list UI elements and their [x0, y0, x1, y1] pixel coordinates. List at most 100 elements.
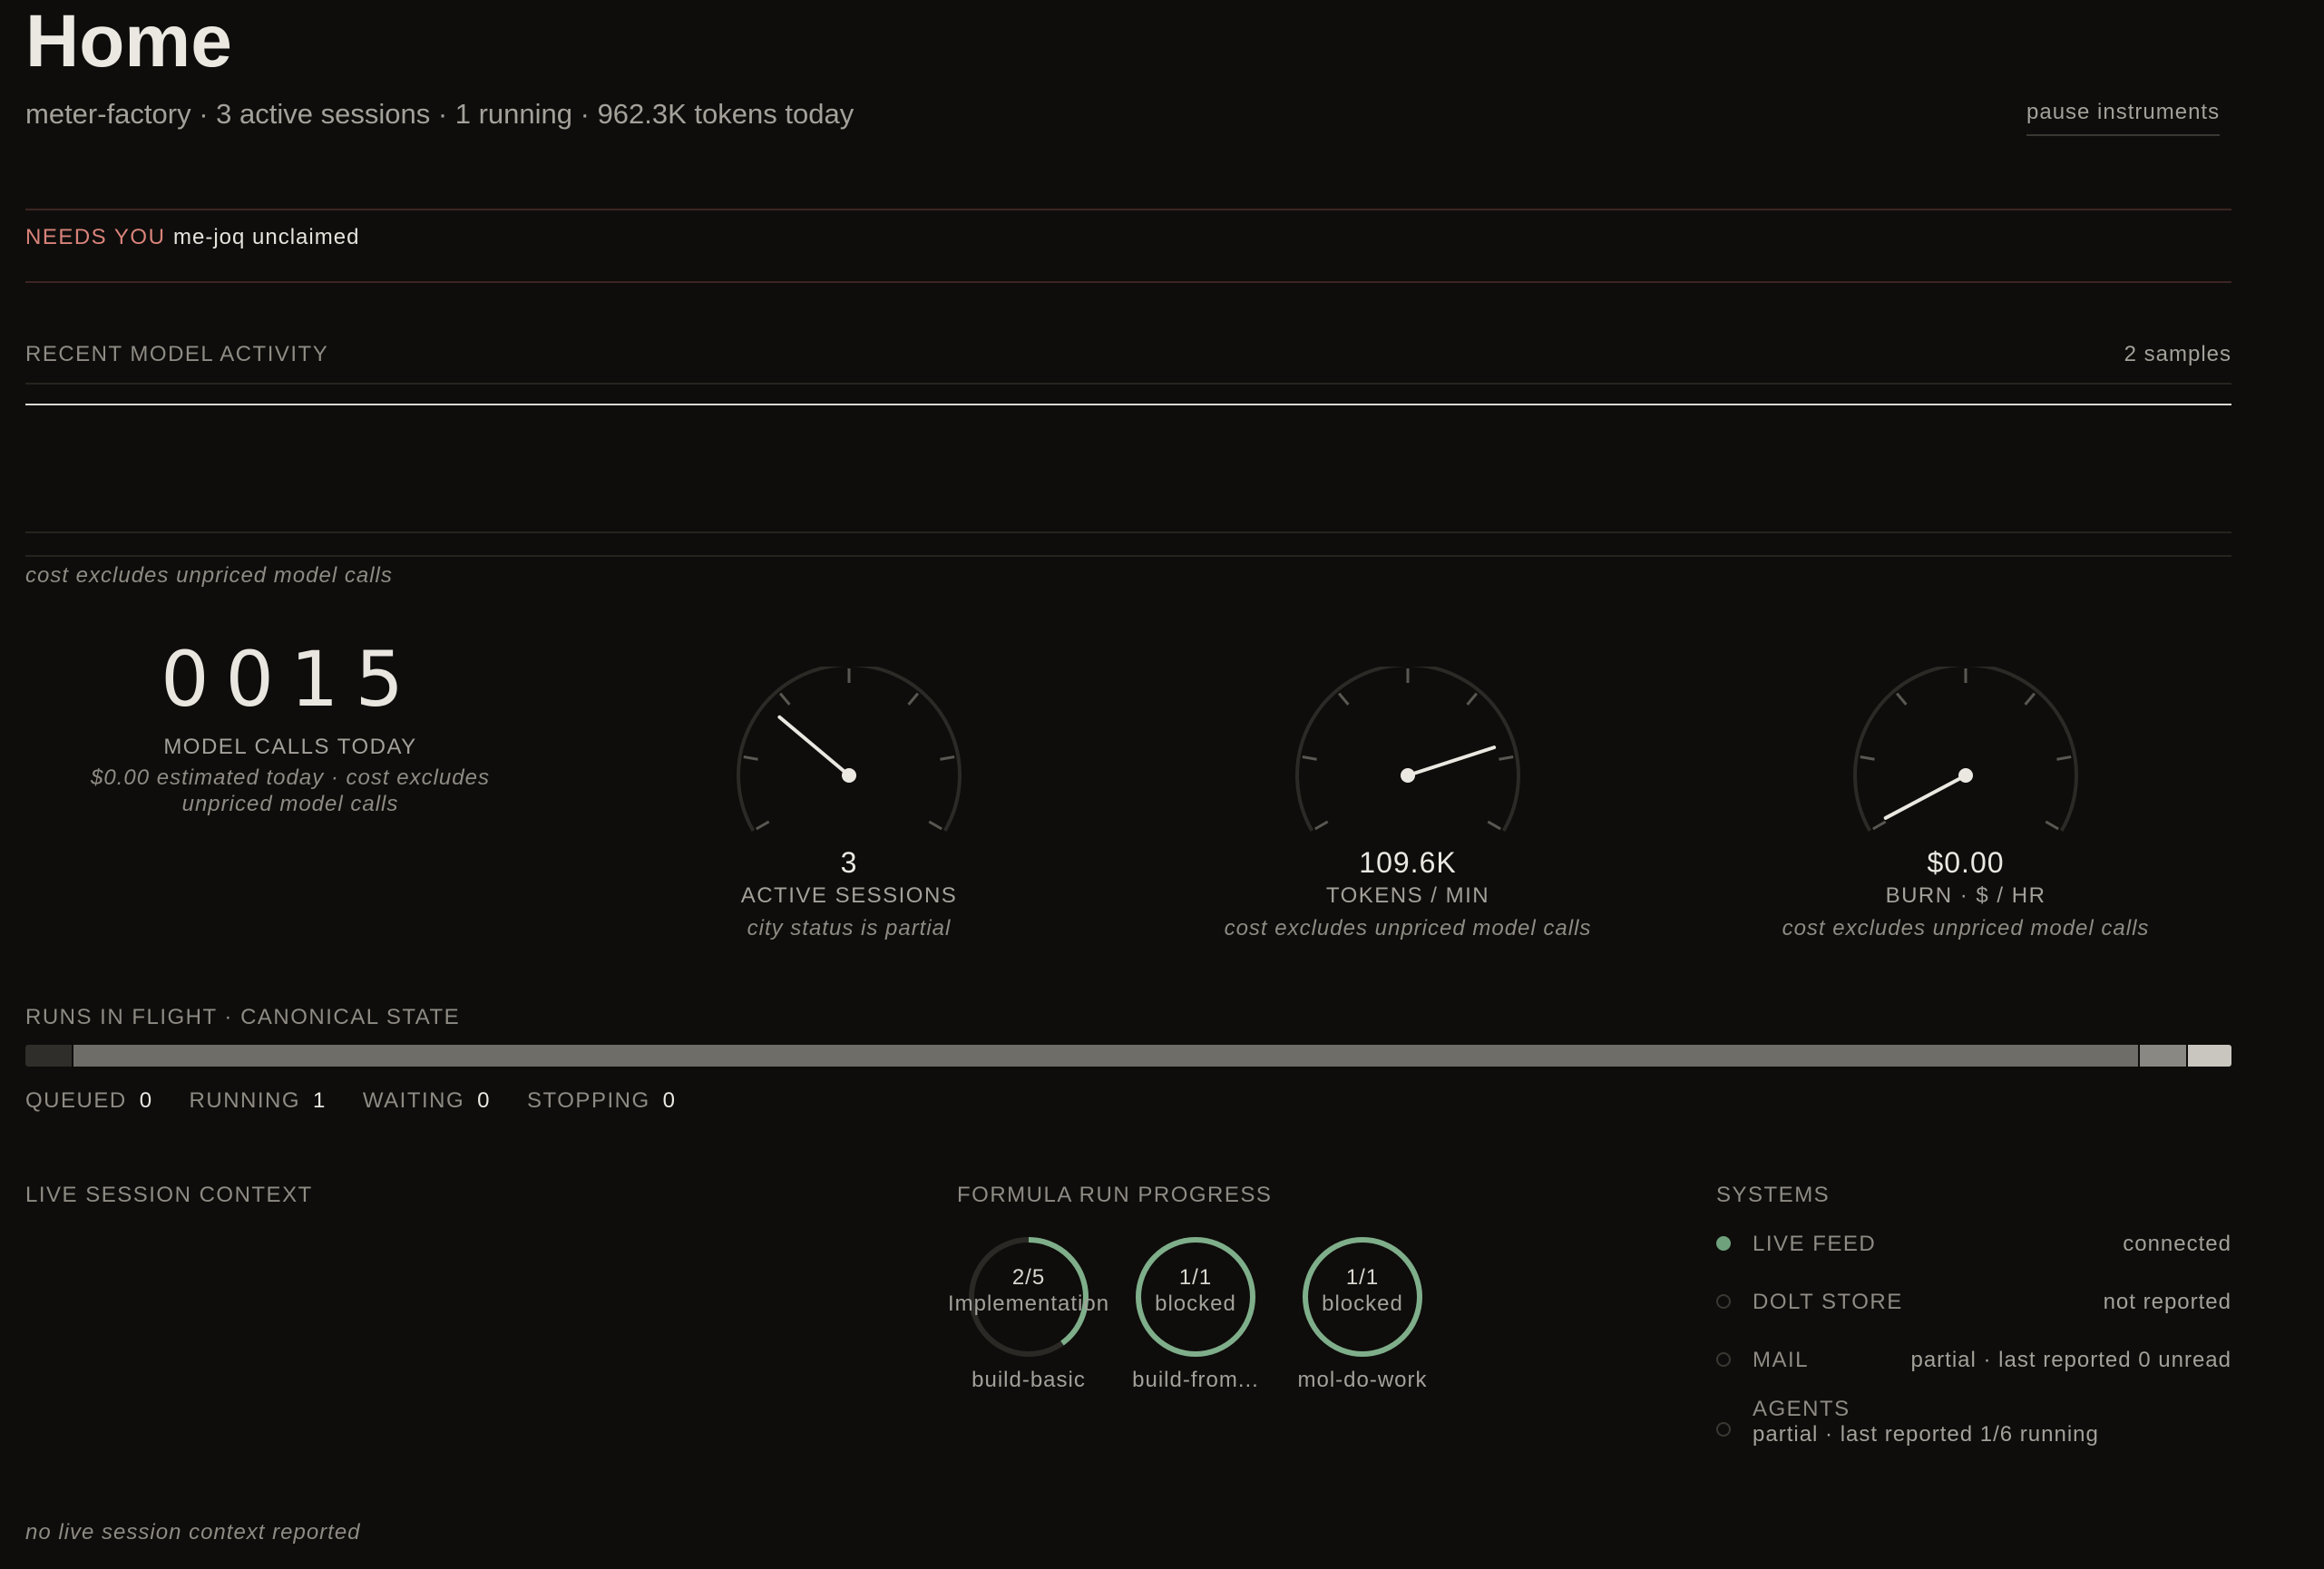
system-row-mail: MAIL partial · last reported 0 unread — [1716, 1348, 2231, 1375]
gauge-tick — [1338, 692, 1350, 706]
system-name: MAIL — [1753, 1348, 1810, 1372]
system-status: partial · last reported 1/6 running — [1753, 1422, 2099, 1447]
model-calls-counter: 0015 — [161, 635, 420, 724]
gauge-note: cost excludes unpriced model calls — [1224, 916, 1592, 940]
gauge-label: TOKENS / MIN — [1325, 883, 1490, 908]
gauge-hub — [842, 768, 856, 783]
page-subtitle: meter-factory · 3 active sessions · 1 ru… — [25, 98, 854, 130]
system-row-dolt-store: DOLT STORE not reported — [1716, 1290, 2231, 1317]
needs-you-top-divider — [25, 209, 2231, 210]
runs-title: RUNS IN FLIGHT · CANONICAL STATE — [25, 1005, 461, 1029]
system-status: partial · last reported 0 unread — [1910, 1348, 2231, 1372]
system-name: AGENTS — [1753, 1397, 1850, 1421]
gauge-arc — [737, 667, 962, 832]
gauge-label: ACTIVE SESSIONS — [740, 883, 958, 908]
runs-bar-segment — [25, 1045, 73, 1067]
legend-label: RUNNING — [189, 1088, 301, 1113]
gauge-tick — [743, 755, 758, 761]
activity-sparkline — [25, 404, 2231, 405]
model-calls-label: MODEL CALLS TODAY — [163, 735, 417, 759]
status-dot-icon — [1716, 1294, 1731, 1309]
formula-title: FORMULA RUN PROGRESS — [957, 1183, 1273, 1207]
legend-count: 0 — [139, 1088, 153, 1113]
gauge-value: 109.6K — [1359, 846, 1457, 879]
gauge-label: BURN · $ / HR — [1885, 883, 2046, 908]
gauge-tick — [2056, 755, 2072, 761]
gauge-arc — [1853, 667, 2078, 832]
gauge-tick — [779, 692, 791, 706]
live-session-title: LIVE SESSION CONTEXT — [25, 1183, 313, 1207]
gauge-value: $0.00 — [1927, 846, 2005, 879]
gauge-tick — [1499, 755, 1514, 761]
gauge-burn-rate: $0.00 BURN · $ / HR cost excludes unpric… — [1730, 667, 2202, 941]
formula-ring[interactable]: 2/5 Implementation — [948, 1233, 1108, 1360]
gauge-tick — [1860, 755, 1875, 761]
system-row-live-feed: LIVE FEED connected — [1716, 1232, 2231, 1259]
gauge-tick — [1466, 692, 1478, 706]
runs-legend-running: RUNNING 1 — [190, 1088, 327, 1114]
activity-title: RECENT MODEL ACTIVITY — [25, 342, 329, 366]
gauge-value: 3 — [840, 846, 858, 879]
model-calls-note: $0.00 estimated today · cost excludes un… — [91, 765, 490, 816]
gauge-needle — [1406, 746, 1497, 777]
legend-count: 0 — [662, 1088, 677, 1113]
gauge-hub — [1401, 768, 1415, 783]
gauge-active-sessions: 3 ACTIVE SESSIONS city status is partial — [613, 667, 1085, 941]
gauge-tick — [1896, 692, 1908, 706]
legend-label: QUEUED — [25, 1088, 127, 1113]
legend-label: STOPPING — [527, 1088, 650, 1113]
ring-count: 1/1 — [1345, 1265, 1380, 1290]
activity-baseline — [25, 531, 2231, 533]
runs-state-bar — [25, 1045, 2231, 1067]
activity-samples: 2 samples — [2124, 342, 2231, 366]
gauge-tick — [907, 692, 919, 706]
gauge-tick — [940, 755, 955, 761]
runs-bar-segment — [73, 1045, 2140, 1067]
gauge-tokens-per-min: 109.6K TOKENS / MIN cost excludes unpric… — [1172, 667, 1644, 941]
gauge-tick — [1872, 820, 1887, 831]
runs-legend-queued: QUEUED 0 — [25, 1088, 153, 1114]
activity-footer-divider — [25, 555, 2231, 557]
gauge-note: city status is partial — [747, 916, 952, 940]
gauge-tick — [2045, 820, 2059, 831]
activity-header-divider — [25, 383, 2231, 385]
live-session-note: no live session context reported — [25, 1520, 361, 1545]
needs-you-value[interactable]: me-joq unclaimed — [173, 225, 359, 250]
legend-count: 1 — [313, 1088, 327, 1113]
gauge-tick — [1487, 820, 1501, 831]
gauge-hub — [1958, 768, 1973, 783]
page-title: Home — [25, 0, 232, 83]
system-name: LIVE FEED — [1753, 1232, 1877, 1256]
formula-ring-name[interactable]: mol-do-work — [1272, 1368, 1453, 1393]
runs-legend: QUEUED 0 RUNNING 1 WAITING 0 STOPPING 0 — [25, 1088, 676, 1114]
status-dot-icon — [1716, 1422, 1731, 1437]
status-dot-icon — [1716, 1352, 1731, 1367]
system-name: DOLT STORE — [1753, 1290, 1903, 1314]
formula-ring[interactable]: 1/1 blocked — [1299, 1233, 1426, 1360]
system-status: connected — [2123, 1232, 2231, 1256]
system-status: not reported — [2103, 1290, 2231, 1314]
runs-legend-stopping: STOPPING 0 — [527, 1088, 676, 1114]
status-dot-icon — [1716, 1236, 1731, 1251]
needs-you-label: NEEDS YOU — [25, 225, 166, 249]
gauge-needle — [777, 715, 851, 777]
gauge-tick — [1314, 820, 1329, 831]
legend-count: 0 — [477, 1088, 492, 1113]
runs-legend-waiting: WAITING 0 — [363, 1088, 491, 1114]
gauge-dial — [1295, 667, 1520, 832]
formula-ring[interactable]: 1/1 blocked — [1132, 1233, 1259, 1360]
needs-you-bottom-divider — [25, 281, 2231, 283]
formula-ring-name[interactable]: build-basic — [938, 1368, 1119, 1393]
legend-label: WAITING — [362, 1088, 465, 1113]
gauge-tick — [1302, 755, 1317, 761]
runs-bar-segment — [2139, 1045, 2188, 1067]
gauge-dial — [737, 667, 962, 832]
system-row-agents: AGENTS partial · last reported 1/6 runni… — [1716, 1397, 2231, 1460]
activity-cost-note: cost excludes unpriced model calls — [25, 563, 393, 588]
formula-ring-name[interactable]: build-from... — [1105, 1368, 1286, 1393]
gauge-note: cost excludes unpriced model calls — [1782, 916, 2150, 940]
pause-instruments-button[interactable]: pause instruments — [2026, 100, 2221, 136]
runs-bar-segment — [2187, 1045, 2231, 1067]
gauge-tick — [928, 820, 942, 831]
gauge-tick — [2024, 692, 2036, 706]
